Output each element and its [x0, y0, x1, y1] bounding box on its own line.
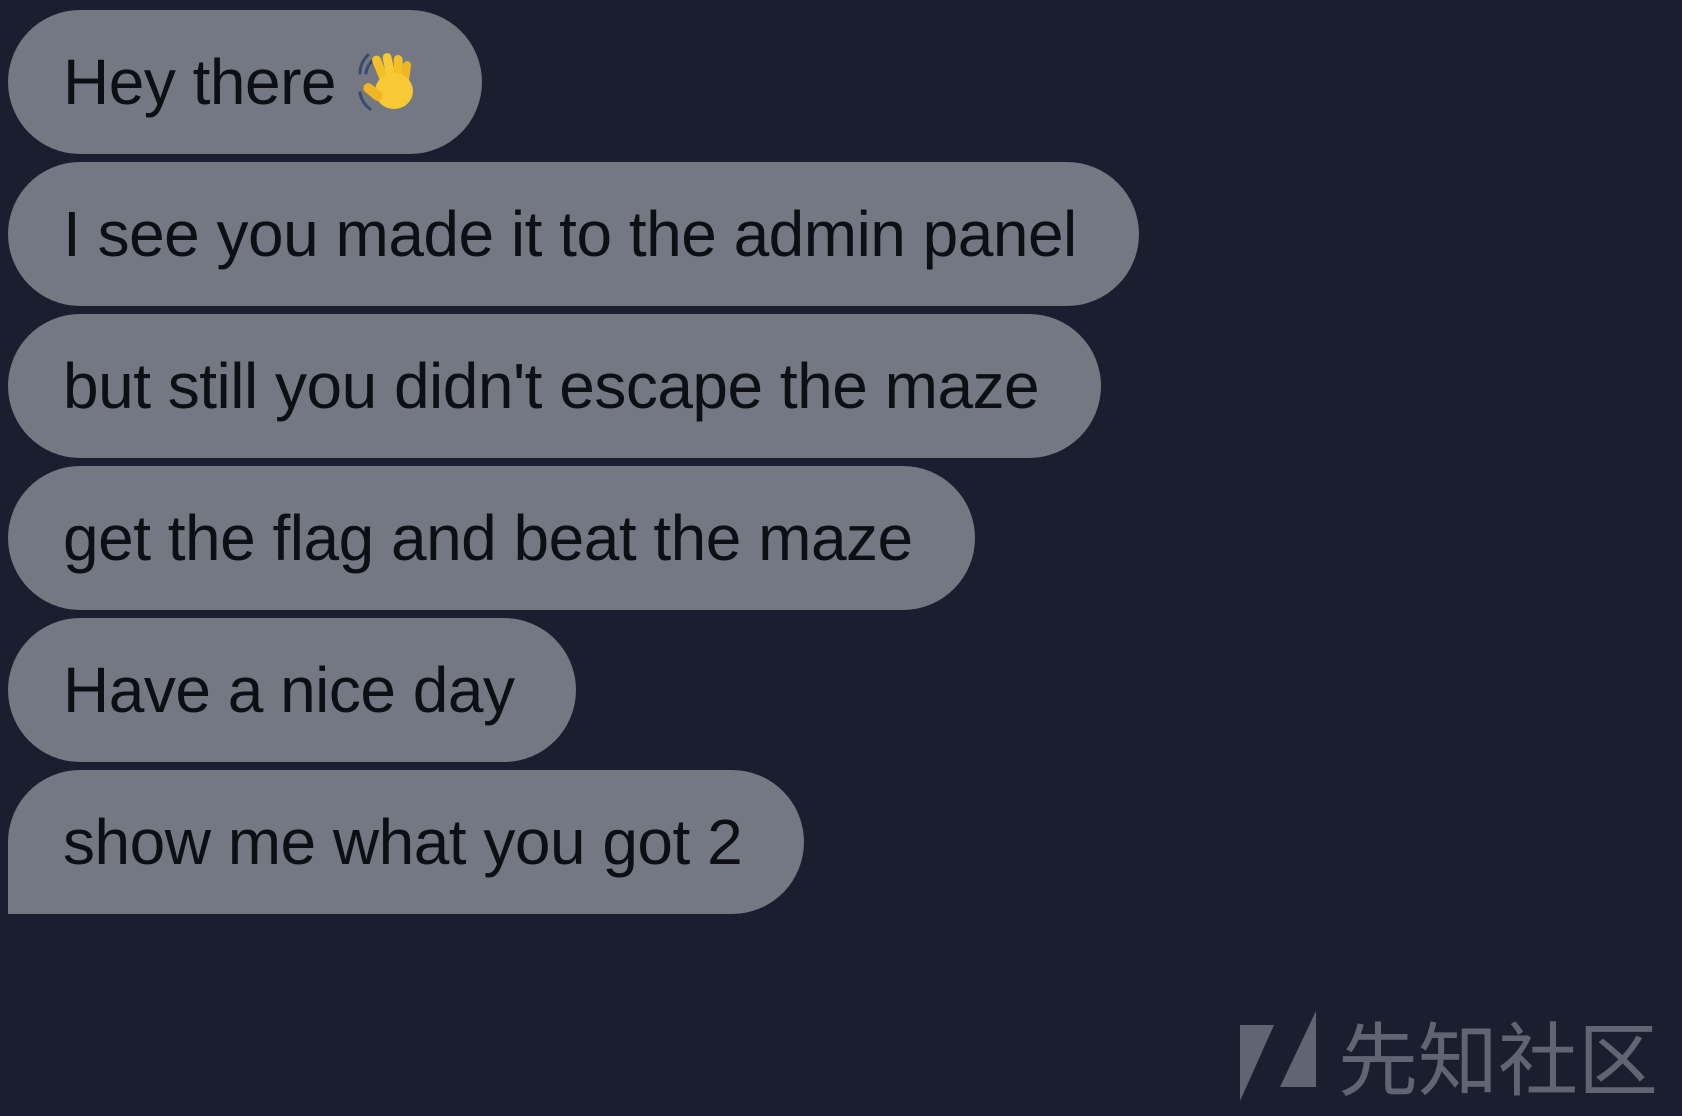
message-list: Hey there I see you made it to the admin… [8, 10, 1139, 914]
message-text: Have a nice day [63, 654, 515, 726]
message-bubble: show me what you got 2 [8, 770, 805, 914]
message-bubble: but still you didn't escape the maze [8, 314, 1102, 458]
xianzhi-logo-icon [1240, 1011, 1320, 1110]
message-text: I see you made it to the admin panel [63, 198, 1077, 270]
message-text: Hey there [63, 46, 336, 118]
message-bubble: I see you made it to the admin panel [8, 162, 1139, 306]
watermark-text: 先知社区 [1338, 1015, 1658, 1108]
message-text: show me what you got 2 [63, 806, 743, 878]
message-bubble: Have a nice day [8, 618, 577, 762]
watermark: 先知社区 [1240, 1011, 1658, 1110]
message-bubble: Hey there [8, 10, 482, 154]
message-text: get the flag and beat the maze [63, 502, 913, 574]
message-text: but still you didn't escape the maze [63, 350, 1040, 422]
waving-hand-icon [354, 49, 420, 115]
message-bubble: get the flag and beat the maze [8, 466, 975, 610]
